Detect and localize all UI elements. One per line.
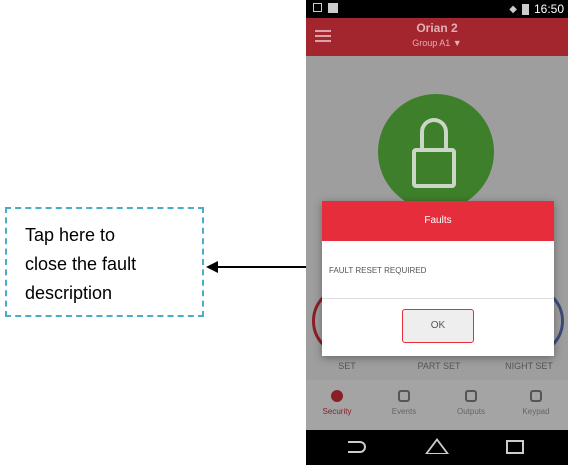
status-bar: ◆ 16:50 <box>306 0 568 18</box>
night-set-label: NIGHT SET <box>505 361 553 371</box>
recent-apps-icon[interactable] <box>506 440 524 454</box>
nav-events-label: Events <box>391 407 417 416</box>
nav-keypad-label: Keypad <box>522 407 550 416</box>
wifi-icon: ◆ <box>509 3 517 15</box>
lock-icon <box>412 148 456 188</box>
back-icon[interactable] <box>348 441 366 453</box>
lock-shackle-icon <box>420 118 448 152</box>
system-nav-bar <box>306 430 568 465</box>
nav-keypad[interactable]: Keypad <box>506 390 566 416</box>
nav-outputs[interactable]: Outputs <box>441 390 501 416</box>
bell-icon <box>398 390 410 402</box>
keypad-icon <box>530 390 542 402</box>
faults-dialog: Faults FAULT RESET REQUIRED OK <box>322 201 554 356</box>
toggle-icon <box>465 390 477 402</box>
annotation-callout: Tap here to close the fault description <box>5 207 204 317</box>
image-notification-icon <box>313 3 322 12</box>
app-bar: Orian 2 Group A1 ▼ <box>306 18 568 56</box>
unlocked-status-button[interactable] <box>378 94 494 210</box>
battery-icon <box>521 3 529 15</box>
phone-screen: ◆ 16:50 Orian 2 Group A1 ▼ SET PART SET … <box>306 0 568 465</box>
dialog-title: Faults <box>322 201 554 241</box>
nav-security-label: Security <box>322 407 352 416</box>
bottom-nav: Security Events Outputs Keypad <box>306 380 568 430</box>
group-selector[interactable]: Group A1 ▼ <box>306 38 568 48</box>
app-title: Orian 2 <box>416 21 458 35</box>
nav-events[interactable]: Events <box>374 390 434 416</box>
storage-notification-icon <box>328 3 338 13</box>
home-icon[interactable] <box>425 438 449 454</box>
shield-icon <box>331 390 343 402</box>
annotation-arrow-head-icon <box>206 261 218 273</box>
dialog-divider <box>322 298 554 299</box>
nav-outputs-label: Outputs <box>456 407 485 416</box>
nav-security[interactable]: Security <box>307 390 367 416</box>
ok-button[interactable]: OK <box>402 309 474 343</box>
set-label: SET <box>338 361 356 371</box>
status-time: 16:50 <box>533 2 564 16</box>
fault-message: FAULT RESET REQUIRED <box>329 266 427 275</box>
main-content: SET PART SET NIGHT SET Faults FAULT RESE… <box>306 56 568 380</box>
part-set-label: PART SET <box>417 361 461 371</box>
callout-text: Tap here to close the fault description <box>25 225 137 303</box>
